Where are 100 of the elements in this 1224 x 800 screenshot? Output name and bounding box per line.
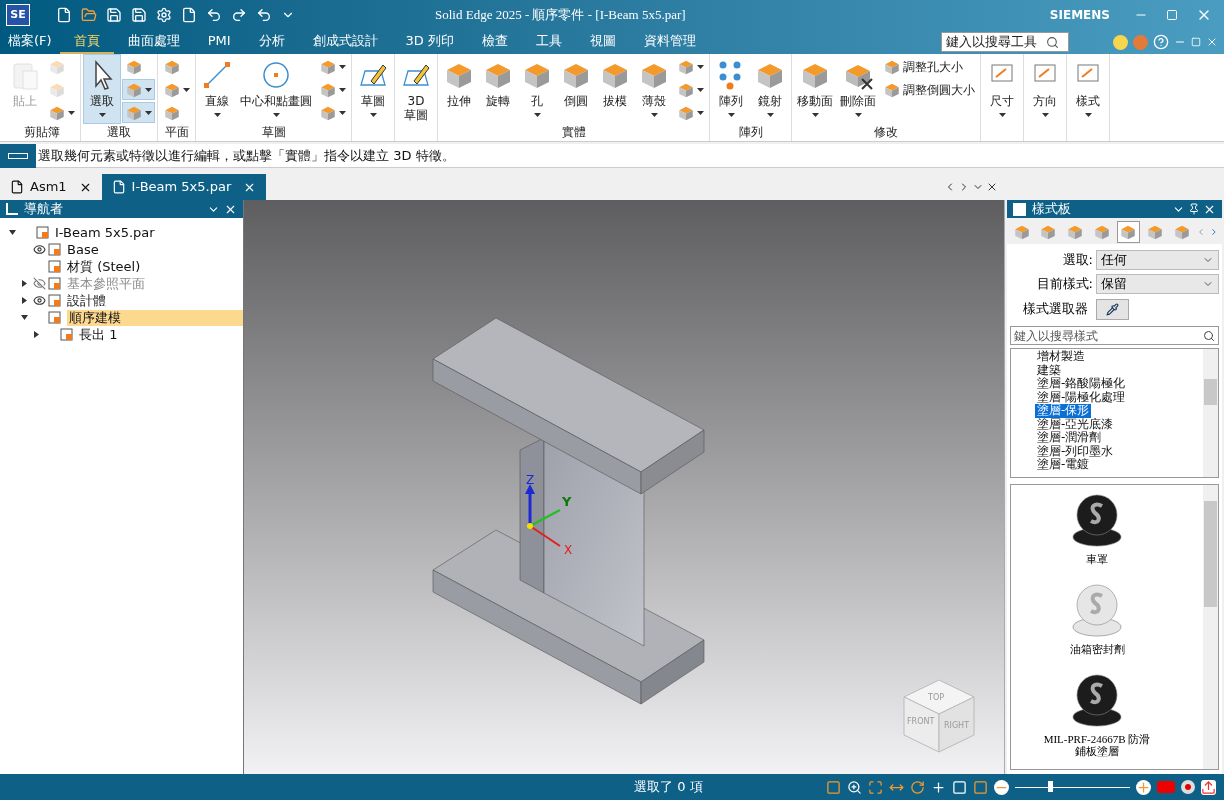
- menu-tab[interactable]: 曲面處理: [113, 30, 194, 54]
- record-icon[interactable]: [1181, 780, 1195, 794]
- tree-item[interactable]: 設計體: [67, 292, 106, 309]
- redo-icon[interactable]: [231, 7, 247, 23]
- ribbon-button[interactable]: 鏡射: [751, 54, 789, 124]
- collapse-arrow-icon[interactable]: [20, 314, 28, 321]
- style-list-item[interactable]: 塗層-陽極化處理: [1035, 390, 1128, 404]
- tool-icon: [201, 59, 233, 91]
- tree-item[interactable]: 順序建模: [67, 309, 243, 326]
- expand-arrow-icon[interactable]: [32, 331, 40, 338]
- ribbon-button[interactable]: 3D 草圖: [397, 54, 435, 124]
- settings-icon[interactable]: [156, 7, 172, 23]
- ribbon-button[interactable]: 中心和點畫圓: [237, 54, 315, 124]
- style-list-item[interactable]: 塗層-保形: [1035, 404, 1092, 418]
- ribbon-button[interactable]: 薄殼: [635, 54, 673, 124]
- ribbon-button[interactable]: 尺寸: [983, 54, 1021, 124]
- dropdown-field[interactable]: 任何: [1096, 249, 1219, 270]
- style-list-item[interactable]: 增材製造: [1035, 350, 1087, 364]
- eye-icon[interactable]: [32, 243, 46, 256]
- style-list-item[interactable]: 塗層-列印墨水: [1035, 444, 1116, 458]
- ribbon-button[interactable]: 樣式: [1069, 54, 1107, 124]
- ribbon-button[interactable]: 移動面: [794, 54, 836, 124]
- eye-icon[interactable]: [32, 294, 46, 307]
- undo-icon[interactable]: [256, 7, 272, 23]
- expand-arrow-icon[interactable]: [20, 297, 28, 304]
- zoom-slider[interactable]: [1015, 781, 1130, 793]
- caret-icon: [68, 110, 75, 115]
- collapse-arrow-icon[interactable]: [8, 229, 16, 236]
- ribbon-button[interactable]: 倒圓: [557, 54, 595, 124]
- menu-tab[interactable]: 3D 列印: [391, 30, 468, 54]
- maximize-icon[interactable]: [1166, 9, 1178, 21]
- add-view-icon[interactable]: [931, 779, 946, 795]
- style-list-item[interactable]: 塗層-電鍍: [1035, 458, 1092, 472]
- menu-tab[interactable]: 視圖: [575, 30, 630, 54]
- document-tab[interactable]: I-Beam 5x5.par: [101, 174, 267, 200]
- tool-search-field[interactable]: 鍵入以搜尋工具: [941, 32, 1069, 52]
- scrollbar[interactable]: [1203, 485, 1218, 769]
- tree-item[interactable]: I-Beam 5x5.par: [55, 224, 155, 241]
- eyedropper-button[interactable]: [1096, 298, 1129, 320]
- ribbon-small-button[interactable]: [122, 79, 155, 100]
- save-icon[interactable]: [106, 7, 122, 23]
- tree-item[interactable]: Base: [67, 241, 99, 258]
- tree-item[interactable]: 材質 (Steel): [67, 258, 141, 275]
- tree-item[interactable]: 長出 1: [79, 326, 118, 343]
- ribbon-button[interactable]: 孔: [518, 54, 556, 124]
- pin-icon[interactable]: [1188, 203, 1200, 215]
- tool-icon: [1039, 223, 1058, 241]
- style-category-tab[interactable]: [1116, 221, 1141, 243]
- tree-node-icon: [48, 293, 62, 308]
- ribbon-button[interactable]: 方向: [1026, 54, 1064, 124]
- style-list-item[interactable]: 塗層-亞光底漆: [1035, 417, 1116, 431]
- ribbon-button[interactable]: 直線: [198, 54, 236, 124]
- menu-tab[interactable]: 資料管理: [629, 30, 710, 54]
- ribbon-button[interactable]: 草圖: [354, 54, 392, 124]
- zoom-out-icon[interactable]: [994, 779, 1009, 795]
- ribbon-button[interactable]: 陣列: [712, 54, 750, 124]
- new-file-icon[interactable]: [56, 7, 72, 23]
- zoom-in-icon[interactable]: [1136, 779, 1151, 795]
- preview-label[interactable]: MIL-PRF-24667B 防滑鋪板塗層: [1042, 733, 1152, 757]
- open-folder-icon[interactable]: [81, 7, 97, 23]
- menu-tab[interactable]: PMI: [193, 30, 245, 54]
- save-as-icon[interactable]: [131, 7, 147, 23]
- ribbon-button[interactable]: 旋轉: [479, 54, 517, 124]
- ribbon-small-button[interactable]: [122, 102, 155, 123]
- fit-icon[interactable]: [868, 779, 883, 795]
- zoom-icon[interactable]: [847, 779, 862, 795]
- undo-icon[interactable]: [206, 7, 222, 23]
- close-icon[interactable]: [986, 181, 998, 193]
- menu-tab[interactable]: 分析: [244, 30, 299, 54]
- menu-tab[interactable]: 工具: [521, 30, 576, 54]
- ribbon-small-button[interactable]: 調整孔大小: [880, 56, 978, 77]
- ribbon-button[interactable]: 選取: [83, 54, 121, 124]
- dropdown-field[interactable]: 保留: [1096, 273, 1219, 294]
- file-icon: [111, 180, 126, 194]
- share-icon[interactable]: [1201, 779, 1216, 795]
- tree-node-icon: [48, 242, 62, 257]
- style-search-field[interactable]: 鍵入以搜尋樣式: [1010, 326, 1219, 345]
- scrollbar[interactable]: [1203, 349, 1218, 477]
- rotate-icon[interactable]: [910, 779, 925, 795]
- preview-label[interactable]: 車罩: [1086, 553, 1108, 565]
- ribbon-group-label: 平面: [164, 124, 189, 140]
- menu-tab[interactable]: 檢查: [467, 30, 522, 54]
- ribbon-button[interactable]: 刪除面: [837, 54, 879, 124]
- status-text: 選取了 0 項: [634, 778, 703, 797]
- style-list-item[interactable]: 建築: [1035, 363, 1063, 377]
- style-list-item[interactable]: 塗層-潤滑劑: [1035, 431, 1104, 445]
- menu-tab[interactable]: 創成式設計: [298, 30, 392, 54]
- preview-label[interactable]: 油箱密封劑: [1069, 643, 1125, 655]
- caret-icon: [811, 113, 819, 117]
- caret-icon: [766, 113, 774, 117]
- help-icon[interactable]: [1153, 34, 1169, 50]
- ribbon-small-button[interactable]: 調整倒圓大小: [880, 79, 978, 100]
- restore-icon[interactable]: [1191, 37, 1201, 47]
- caret-icon: [697, 87, 704, 92]
- ribbon-button[interactable]: 拔模: [596, 54, 634, 124]
- slider-thumb[interactable]: [1047, 781, 1053, 792]
- document-icon[interactable]: [181, 7, 197, 23]
- style-list-item[interactable]: 塗層-鉻酸陽極化: [1035, 377, 1128, 391]
- menu-tab[interactable]: 檔案(F): [0, 30, 60, 54]
- ribbon-button[interactable]: 拉伸: [440, 54, 478, 124]
